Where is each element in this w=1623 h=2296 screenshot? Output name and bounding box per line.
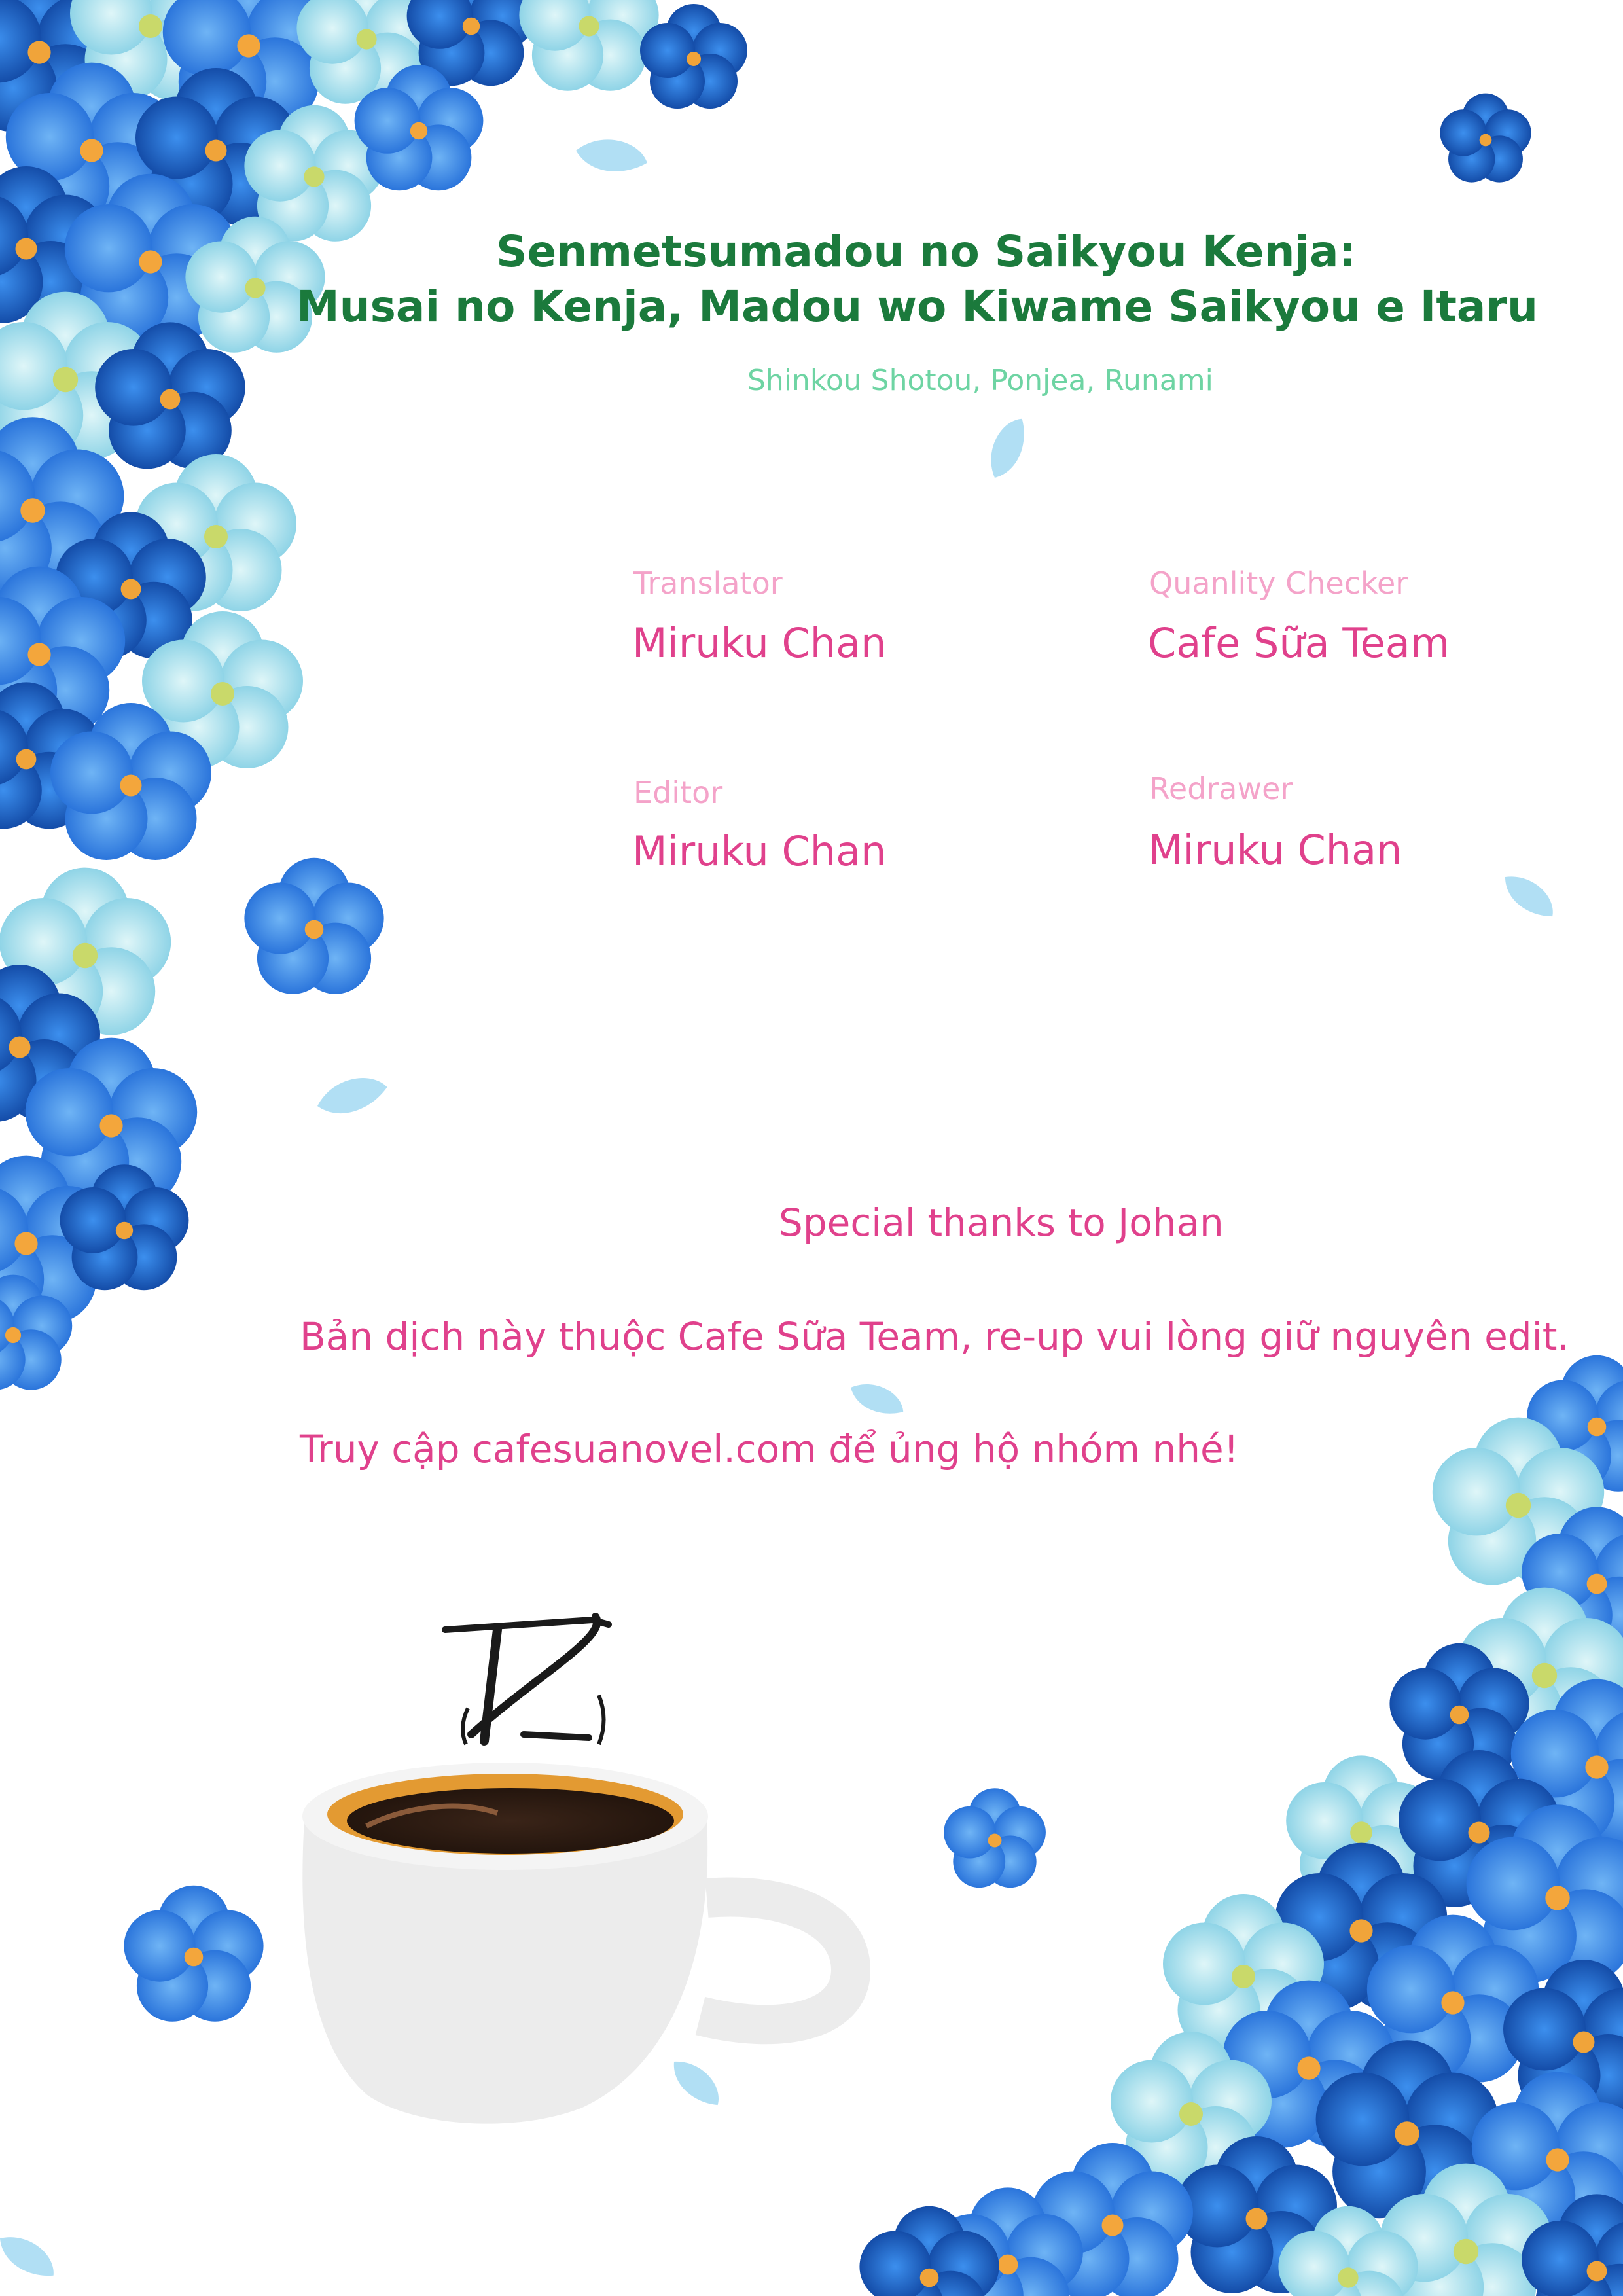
flower-icon <box>1440 93 1531 183</box>
petal-icon <box>978 412 1037 484</box>
petal-icon <box>573 130 651 181</box>
petal-icon <box>1498 865 1561 928</box>
authors-line: Shinkou Shotou, Ponjea, Runami <box>747 364 1213 397</box>
name-editor: Miruku Chan <box>632 827 887 875</box>
petal-icon <box>846 1373 909 1425</box>
coffee-cup-logo <box>302 1613 871 2124</box>
petal-icon <box>666 2050 727 2115</box>
visit-website: Truy cập cafesuanovel.com để ủng hộ nhóm… <box>300 1427 1239 1471</box>
translation-notice: Bản dịch này thuộc Cafe Sữa Team, re-up … <box>300 1314 1569 1359</box>
title-line-2: Musai no Kenja, Madou wo Kiwame Saikyou … <box>296 281 1538 332</box>
flower-icon <box>944 1788 1046 1888</box>
flower-icon <box>124 1885 264 2022</box>
role-editor: Editor <box>633 775 723 810</box>
special-thanks: Special thanks to Johan <box>779 1200 1224 1245</box>
name-translator: Miruku Chan <box>632 619 887 667</box>
role-redrawer: Redrawer <box>1149 771 1293 806</box>
petal-icon <box>0 2224 62 2289</box>
petal-icon <box>313 1073 391 1118</box>
role-quality-checker: Quanlity Checker <box>1149 565 1408 601</box>
role-translator: Translator <box>633 565 783 601</box>
background-art <box>0 0 1623 2296</box>
name-quality-checker: Cafe Sữa Team <box>1148 619 1450 667</box>
title-line-1: Senmetsumadou no Saikyou Kenja: <box>495 226 1356 277</box>
flower-cluster-top-left <box>0 0 747 1390</box>
name-redrawer: Miruku Chan <box>1148 826 1402 874</box>
flower-icon <box>244 857 384 994</box>
